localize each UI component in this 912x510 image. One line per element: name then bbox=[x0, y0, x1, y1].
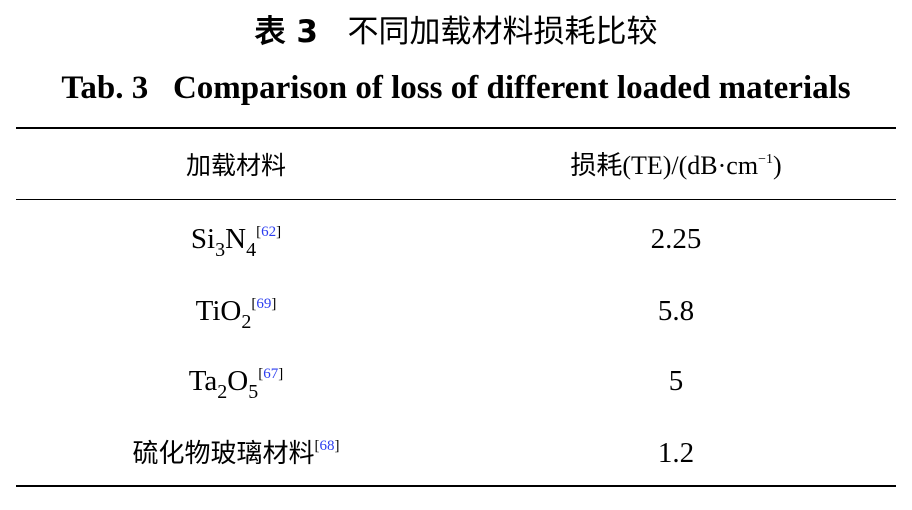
header-loss-exponent: −1 bbox=[758, 152, 773, 167]
table-row-material: 硫化物玻璃材料[68] bbox=[16, 430, 456, 476]
material-element: Ta bbox=[188, 365, 218, 397]
reference-link[interactable]: [62] bbox=[256, 224, 281, 240]
table-number-en: Tab. 3 bbox=[61, 70, 149, 106]
reference-link[interactable]: [68] bbox=[315, 438, 340, 454]
table-top-rule bbox=[16, 127, 896, 129]
material-element: O bbox=[227, 365, 249, 397]
table-bottom-rule bbox=[16, 485, 896, 487]
material-subscript: 3 bbox=[215, 239, 226, 261]
material-element: N bbox=[225, 223, 247, 255]
table-row-material: Ta2O5[67] bbox=[16, 358, 456, 404]
header-loss-text: 损耗(TE)/(dB·cm bbox=[570, 151, 759, 180]
material-subscript: 2 bbox=[241, 311, 252, 333]
material-element: Si bbox=[190, 223, 216, 255]
material-name: 硫化物玻璃材料 bbox=[132, 439, 315, 469]
reference-link[interactable]: [69] bbox=[251, 296, 276, 312]
table-caption-cn: 不同加载材料损耗比较 bbox=[347, 14, 658, 50]
header-loss: 损耗(TE)/(dB·cm−1) bbox=[456, 143, 896, 189]
header-material: 加载材料 bbox=[185, 151, 286, 180]
material-subscript: 2 bbox=[217, 381, 228, 403]
table-number-cn: 表 3 bbox=[254, 14, 318, 50]
material-subscript: 4 bbox=[246, 239, 257, 261]
table-row-loss: 2.25 bbox=[650, 223, 702, 255]
reference-link[interactable]: [67] bbox=[258, 366, 283, 382]
table-row-loss: 1.2 bbox=[657, 437, 695, 469]
material-subscript: 5 bbox=[248, 381, 259, 403]
table-caption-en: Comparison of loss of different loaded m… bbox=[172, 70, 851, 106]
table-row-loss: 5 bbox=[668, 365, 684, 397]
reference-number[interactable]: 69 bbox=[256, 296, 271, 312]
material-element: TiO bbox=[195, 295, 242, 327]
reference-number[interactable]: 67 bbox=[263, 366, 278, 382]
table-row-loss: 5.8 bbox=[657, 295, 695, 327]
table-row-material: TiO2[69] bbox=[16, 288, 456, 334]
table-row-material: Si3N4[62] bbox=[16, 216, 456, 262]
table-title-chinese: 表 3 不同加载材料损耗比较 bbox=[0, 8, 912, 56]
table-header-rule bbox=[16, 199, 896, 200]
reference-number[interactable]: 62 bbox=[261, 224, 276, 240]
table-title-english: Tab. 3 Comparison of loss of different l… bbox=[0, 64, 912, 112]
reference-number[interactable]: 68 bbox=[320, 438, 335, 454]
header-loss-close: ) bbox=[772, 151, 782, 180]
